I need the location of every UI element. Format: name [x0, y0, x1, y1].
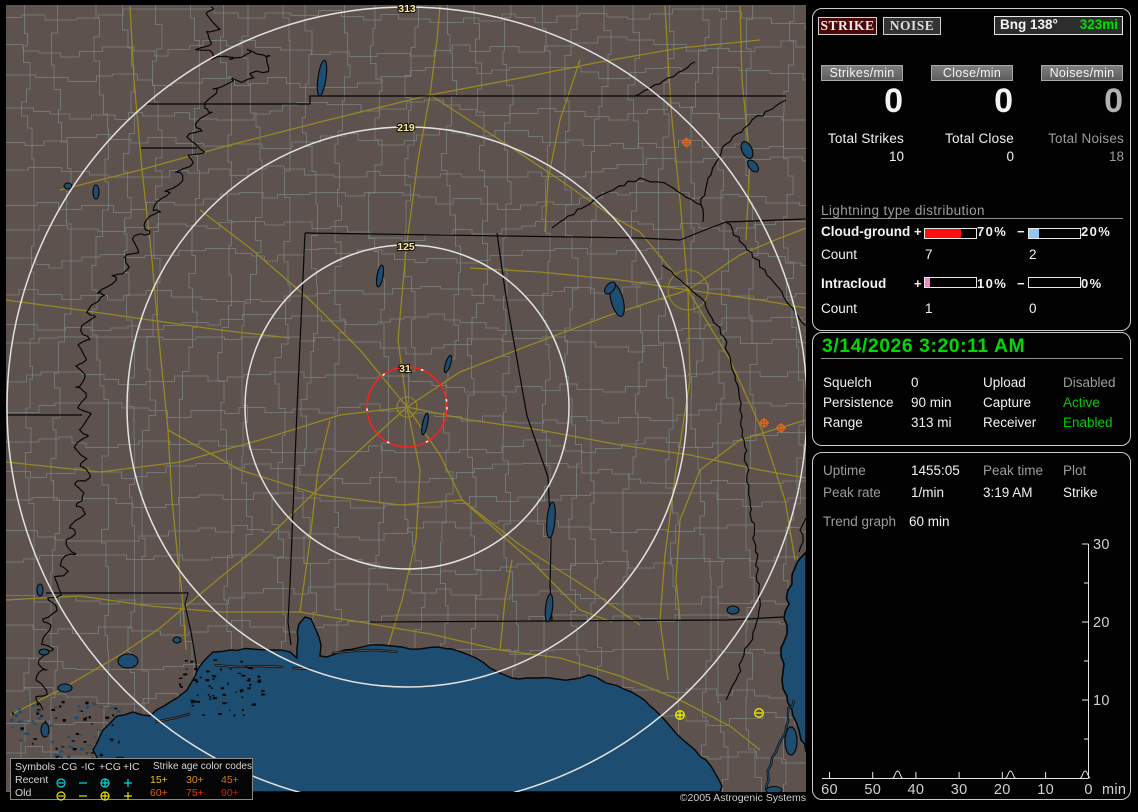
svg-text:313: 313	[398, 5, 416, 15]
svg-text:40: 40	[908, 782, 925, 798]
svg-text:219: 219	[397, 122, 415, 134]
svg-text:50: 50	[864, 782, 881, 798]
svg-text:min: min	[1102, 782, 1126, 798]
svg-text:30: 30	[951, 782, 968, 798]
svg-text:20: 20	[1093, 615, 1110, 631]
svg-text:60: 60	[821, 782, 838, 798]
svg-text:20: 20	[994, 782, 1011, 798]
svg-text:125: 125	[397, 241, 415, 253]
svg-text:10: 10	[1093, 693, 1110, 709]
svg-text:30: 30	[1093, 537, 1110, 553]
svg-text:10: 10	[1037, 782, 1054, 798]
svg-text:31: 31	[399, 363, 411, 375]
svg-text:0: 0	[1084, 782, 1092, 798]
